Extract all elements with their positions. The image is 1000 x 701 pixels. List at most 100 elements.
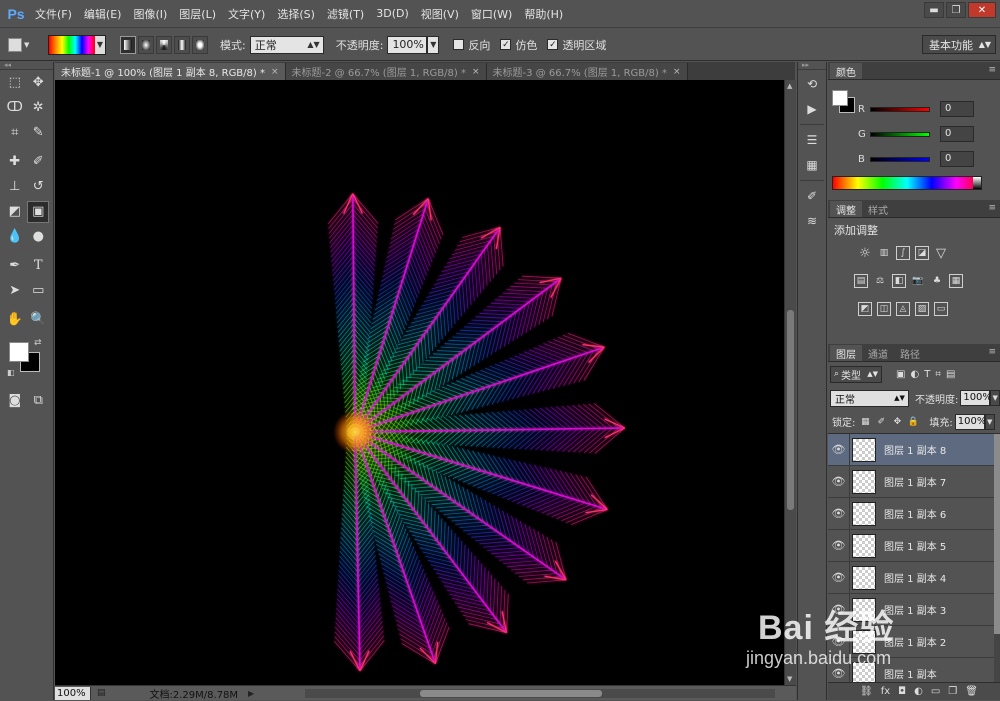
menu-3d[interactable]: 3D(D) <box>370 7 415 20</box>
document-tab[interactable]: 未标题-2 @ 66.7% (图层 1, RGB/8) * × <box>285 63 487 80</box>
lock-all-icon[interactable]: 🔒 <box>907 417 919 427</box>
angle-gradient-button[interactable] <box>156 35 172 54</box>
new-group-icon[interactable]: ▭ <box>931 686 940 697</box>
document-tab[interactable]: 未标题-3 @ 66.7% (图层 1, RGB/8) * × <box>486 63 688 80</box>
actions-panel-icon[interactable]: ▶ <box>799 98 825 120</box>
eye-icon[interactable]: 👁 <box>828 561 850 594</box>
default-colors-icon[interactable]: ◧ <box>7 368 15 377</box>
hue-saturation-icon[interactable]: ▤ <box>854 274 868 288</box>
panel-menu-icon[interactable]: ≡ <box>988 347 996 357</box>
close-button[interactable]: ✕ <box>968 2 996 18</box>
history-brush-tool-icon[interactable]: ↺ <box>27 176 49 198</box>
new-adjustment-layer-icon[interactable]: ◐ <box>914 686 923 697</box>
panel-grip[interactable]: ▸▸ <box>798 62 826 70</box>
link-layers-icon[interactable]: ⛓ <box>860 686 873 697</box>
eye-icon[interactable]: 👁 <box>828 434 850 466</box>
minimize-button[interactable]: ▬ <box>924 2 944 18</box>
close-tab-icon[interactable]: × <box>673 67 681 77</box>
layer-row[interactable]: 👁 图层 1 副本 5 <box>828 529 994 562</box>
layer-list-scroll-thumb[interactable] <box>994 434 1000 634</box>
swap-colors-icon[interactable]: ⇄ <box>34 338 42 348</box>
vertical-scrollbar[interactable]: ▲ ▼ <box>784 80 796 685</box>
panel-menu-icon[interactable]: ≡ <box>988 65 996 75</box>
lock-transparent-icon[interactable]: ▦ <box>859 417 871 427</box>
document-tab[interactable]: 未标题-1 @ 100% (图层 1 副本 8, RGB/8) * × <box>55 63 286 80</box>
mode-select[interactable]: 正常 ▲▼ <box>249 35 324 54</box>
blue-slider[interactable] <box>870 156 930 162</box>
scroll-down-icon[interactable]: ▼ <box>787 675 792 683</box>
exposure-icon[interactable]: ◪ <box>915 246 929 260</box>
linear-gradient-button[interactable] <box>120 35 136 54</box>
invert-icon[interactable]: ◩ <box>858 302 872 316</box>
layer-row[interactable]: 👁 图层 1 副本 <box>828 657 994 684</box>
color-spectrum-bar[interactable] <box>832 176 982 190</box>
close-tab-icon[interactable]: × <box>472 67 480 77</box>
gradient-picker[interactable]: ▼ <box>48 34 106 55</box>
vibrance-icon[interactable]: ▽ <box>934 246 948 261</box>
selective-color-icon[interactable]: ▨ <box>915 302 929 316</box>
blur-tool-icon[interactable]: 💧 <box>4 226 26 248</box>
tab-styles[interactable]: 样式 <box>862 201 894 217</box>
fill-input[interactable]: 100% <box>954 413 986 430</box>
layer-row[interactable]: 👁 图层 1 副本 4 <box>828 561 994 594</box>
red-value-input[interactable]: 0 <box>940 101 974 117</box>
green-slider[interactable] <box>870 131 930 137</box>
menu-view[interactable]: 视图(V) <box>415 6 465 22</box>
radial-gradient-button[interactable] <box>138 35 154 54</box>
eyedropper-tool-icon[interactable]: ✎ <box>27 122 49 144</box>
type-tool-icon[interactable]: T <box>27 255 49 277</box>
close-tab-icon[interactable]: × <box>271 67 279 77</box>
hand-tool-icon[interactable]: ✋ <box>4 309 26 331</box>
chevron-down-icon[interactable]: ▼ <box>990 390 1000 406</box>
layer-row[interactable]: 👁 图层 1 副本 7 <box>828 465 994 498</box>
zoom-level-field[interactable]: 100% <box>55 686 91 700</box>
menu-help[interactable]: 帮助(H) <box>518 6 569 22</box>
menu-select[interactable]: 选择(S) <box>271 6 321 22</box>
brightness-icon[interactable]: ☼ <box>858 246 872 261</box>
layer-style-icon[interactable]: fx <box>881 686 890 697</box>
tab-paths[interactable]: 路径 <box>894 345 926 361</box>
blue-value-input[interactable]: 0 <box>940 151 974 167</box>
add-mask-icon[interactable]: ◘ <box>898 686 906 697</box>
eye-icon[interactable]: 👁 <box>828 465 850 498</box>
menu-window[interactable]: 窗口(W) <box>465 6 518 22</box>
eye-icon[interactable]: 👁 <box>828 657 850 684</box>
zoom-tool-icon[interactable]: 🔍 <box>27 309 49 331</box>
menu-image[interactable]: 图像(I) <box>127 6 173 22</box>
red-slider[interactable] <box>870 106 930 112</box>
rectangle-tool-icon[interactable]: ▭ <box>27 280 49 302</box>
layer-list-scrollbar[interactable] <box>994 434 1000 684</box>
menu-filter[interactable]: 滤镜(T) <box>321 6 370 22</box>
menu-layer[interactable]: 图层(L) <box>173 6 222 22</box>
pixel-filter-icon[interactable]: ▣ <box>896 369 905 380</box>
channel-mixer-icon[interactable]: ♣ <box>930 274 944 288</box>
restore-button[interactable]: ❐ <box>946 2 966 18</box>
tab-layers[interactable]: 图层 <box>830 345 862 361</box>
layer-row[interactable]: 👁 图层 1 副本 2 <box>828 625 994 658</box>
layer-kind-select[interactable]: ⌕ 类型 ▲▼ <box>830 365 882 383</box>
panel-grip[interactable]: ◂◂ <box>0 62 53 70</box>
reverse-checkbox[interactable] <box>453 39 465 50</box>
green-value-input[interactable]: 0 <box>940 126 974 142</box>
status-menu-icon[interactable]: ▶ <box>248 689 254 698</box>
document-canvas[interactable] <box>55 80 784 685</box>
delete-layer-icon[interactable]: 🗑 <box>965 686 978 697</box>
path-selection-tool-icon[interactable]: ➤ <box>4 280 26 302</box>
lock-position-icon[interactable]: ✥ <box>891 417 903 427</box>
black-white-icon[interactable]: ◧ <box>892 274 906 288</box>
screen-mode-icon[interactable]: ⧉ <box>27 390 49 412</box>
curves-icon[interactable]: ∫ <box>896 246 910 260</box>
brush-presets-icon[interactable]: ≋ <box>799 210 825 232</box>
lasso-tool-icon[interactable]: ↀ <box>4 97 26 119</box>
quick-mask-icon[interactable]: ◙ <box>4 390 26 412</box>
tab-channels[interactable]: 通道 <box>862 345 894 361</box>
marquee-tool-icon[interactable]: ⬚ <box>4 72 26 94</box>
horizontal-scrollbar[interactable] <box>305 689 775 698</box>
properties-panel-icon[interactable]: ☰ <box>799 129 825 151</box>
type-filter-icon[interactable]: T <box>924 369 930 380</box>
photo-filter-icon[interactable]: 📷 <box>911 274 925 288</box>
clone-stamp-tool-icon[interactable]: ⊥ <box>4 176 26 198</box>
brush-panel-icon[interactable]: ✐ <box>799 185 825 207</box>
eraser-tool-icon[interactable]: ◩ <box>4 201 26 223</box>
foreground-color-swatch[interactable] <box>9 342 29 362</box>
